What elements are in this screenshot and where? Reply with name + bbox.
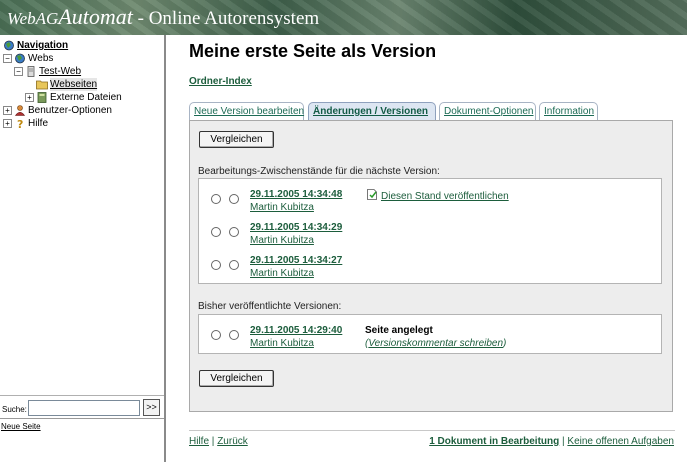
tree-item-externe-dateien[interactable]: + Externe Dateien [3, 91, 122, 104]
version-author-link[interactable]: Martin Kubitza [250, 268, 314, 279]
footer-separator: | [562, 436, 565, 447]
open-tasks-link[interactable]: Keine offenen Aufgaben [567, 436, 674, 447]
help-link[interactable]: Hilfe [189, 436, 209, 447]
footer-separator: | [211, 436, 215, 447]
publish-label: Diesen Stand veröffentlichen [381, 191, 509, 202]
tab-information[interactable]: Information [539, 102, 598, 120]
publish-icon [367, 189, 377, 200]
ordner-index-link[interactable]: Ordner-Index [189, 76, 252, 87]
radio-compare-a[interactable] [211, 227, 221, 237]
navigation-label: Navigation [17, 40, 69, 51]
documents-in-edit-link[interactable]: 1 Dokument in Bearbeitung [429, 436, 559, 447]
radio-compare-b[interactable] [229, 260, 239, 270]
help-icon: ? [17, 118, 23, 129]
footer-left: Hilfe | Zurück [189, 436, 248, 447]
version-author-link[interactable]: Martin Kubitza [250, 338, 314, 349]
drafts-box: 29.11.2005 14:34:48 Martin Kubitza Diese… [198, 178, 662, 284]
search-label: Suche: [2, 405, 27, 414]
navigation-pane: Navigation − Webs − Test-Web Webseiten +… [0, 35, 166, 462]
published-box: 29.11.2005 14:29:40 Martin Kubitza Seite… [198, 314, 662, 354]
list-item: 29.11.2005 14:34:29 Martin Kubitza [199, 214, 661, 246]
version-status: Seite angelegt [365, 325, 433, 336]
tree-label-hilfe: Hilfe [28, 118, 49, 129]
tree-label-webseiten[interactable]: Webseiten [50, 78, 98, 91]
app-subtitle: - Online Autorensystem [132, 8, 320, 29]
tree-item-hilfe[interactable]: + ? Hilfe [3, 117, 122, 130]
paren-close: ) [503, 338, 507, 349]
back-link[interactable]: Zurück [217, 436, 248, 447]
publish-link[interactable]: Diesen Stand veröffentlichen [367, 189, 509, 202]
compare-button-top[interactable]: Vergleichen [199, 131, 274, 148]
tree-label-test-web[interactable]: Test-Web [39, 65, 81, 78]
tab-neue-version[interactable]: Neue Version bearbeiten [189, 102, 304, 120]
tree-label-externe-dateien: Externe Dateien [50, 92, 122, 103]
search-input[interactable] [28, 400, 140, 416]
header-banner: WebAGAutomat - Online Autorensystem [0, 0, 687, 35]
user-icon [14, 105, 26, 116]
tree-label-benutzer-optionen: Benutzer-Optionen [28, 105, 112, 116]
collapse-icon[interactable]: − [3, 54, 12, 63]
tree-item-webs[interactable]: − Webs [3, 52, 122, 65]
tab-aenderungen-versionen[interactable]: Änderungen / Versionen [308, 102, 436, 120]
footer-divider [189, 430, 675, 431]
files-icon [37, 92, 47, 103]
radio-compare-b[interactable] [229, 194, 239, 204]
tree-item-webseiten[interactable]: Webseiten [3, 78, 122, 91]
brand-name-small: WebAG [7, 9, 59, 28]
version-comment: (Versionskommentar schreiben) [365, 338, 506, 349]
main-content: Meine erste Seite als Version Ordner-Ind… [168, 35, 687, 462]
tree-item-benutzer-optionen[interactable]: + Benutzer-Optionen [3, 104, 122, 117]
divider [0, 418, 164, 419]
tree-item-navigation[interactable]: Navigation [3, 39, 122, 52]
tree-label-webs: Webs [28, 53, 54, 64]
search-button[interactable]: >> [143, 399, 160, 416]
globe-icon [15, 53, 25, 64]
tab-dokument-optionen[interactable]: Dokument-Optionen [439, 102, 536, 120]
list-item: 29.11.2005 14:34:27 Martin Kubitza [199, 247, 661, 279]
server-icon [27, 66, 35, 77]
tab-bar: Neue Version bearbeiten Änderungen / Ver… [189, 102, 673, 120]
radio-compare-a[interactable] [211, 330, 221, 340]
write-comment-link[interactable]: Versionskommentar schreiben [368, 338, 503, 349]
search-area: Suche: >> Neue Seite [0, 395, 164, 462]
version-date-link[interactable]: 29.11.2005 14:34:29 [250, 222, 342, 233]
version-date-link[interactable]: 29.11.2005 14:34:48 [250, 189, 342, 200]
list-item: 29.11.2005 14:29:40 Martin Kubitza Seite… [199, 317, 661, 349]
list-item: 29.11.2005 14:34:48 Martin Kubitza Diese… [199, 181, 661, 213]
navigation-tree: Navigation − Webs − Test-Web Webseiten +… [3, 39, 122, 130]
svg-text:?: ? [17, 118, 23, 129]
folder-icon [36, 80, 48, 90]
brand-name-big: Automat [58, 4, 133, 29]
radio-compare-a[interactable] [211, 194, 221, 204]
radio-compare-a[interactable] [211, 260, 221, 270]
compare-button-bottom[interactable]: Vergleichen [199, 370, 274, 387]
versions-panel: Vergleichen Bearbeitungs-Zwischenstände … [189, 120, 673, 412]
version-date-link[interactable]: 29.11.2005 14:29:40 [250, 325, 342, 336]
new-page-link[interactable]: Neue Seite [1, 422, 41, 431]
drafts-label: Bearbeitungs-Zwischenstände für die näch… [198, 166, 440, 177]
expand-icon[interactable]: + [3, 119, 12, 128]
collapse-icon[interactable]: − [14, 67, 23, 76]
expand-icon[interactable]: + [3, 106, 12, 115]
radio-compare-b[interactable] [229, 330, 239, 340]
published-label: Bisher veröffentlichte Versionen: [198, 301, 342, 312]
expand-icon[interactable]: + [25, 93, 34, 102]
footer-right: 1 Dokument in Bearbeitung | Keine offene… [429, 436, 674, 447]
version-author-link[interactable]: Martin Kubitza [250, 235, 314, 246]
version-date-link[interactable]: 29.11.2005 14:34:27 [250, 255, 342, 266]
navigation-icon [4, 40, 14, 51]
radio-compare-b[interactable] [229, 227, 239, 237]
tree-item-test-web[interactable]: − Test-Web [3, 65, 122, 78]
page-title: Meine erste Seite als Version [189, 41, 437, 61]
version-author-link[interactable]: Martin Kubitza [250, 202, 314, 213]
app-title: WebAGAutomat - Online Autorensystem [7, 4, 319, 30]
